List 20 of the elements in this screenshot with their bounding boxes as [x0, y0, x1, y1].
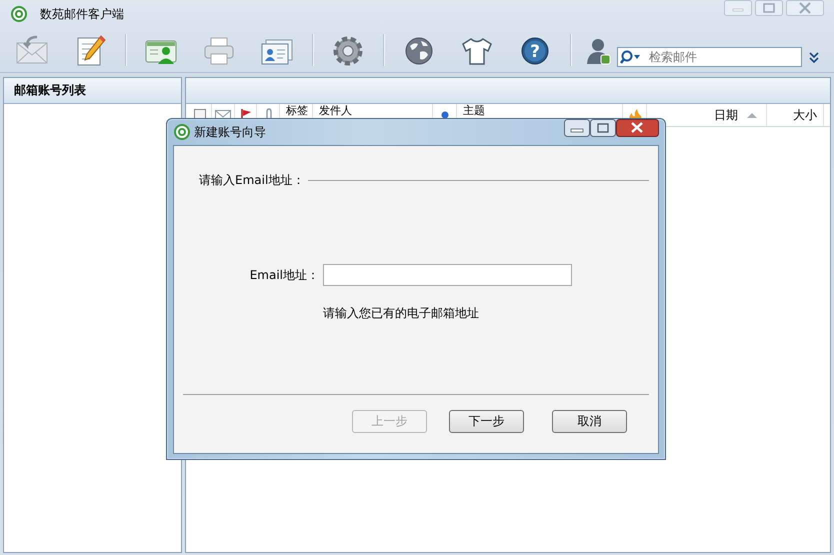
close-button[interactable] — [616, 119, 659, 137]
maximize-button[interactable] — [590, 119, 616, 137]
dialog-title: 新建账号向导 — [194, 124, 266, 140]
column-header[interactable]: 大小 — [767, 104, 824, 126]
next-button[interactable]: 下一步 — [449, 410, 524, 433]
field-label: Email地址： — [248, 266, 319, 284]
email-input-field[interactable] — [323, 264, 572, 286]
window-title: 数苑邮件客户端 — [40, 6, 124, 22]
search-icon — [620, 50, 641, 64]
app-logo-icon — [10, 5, 28, 23]
sidebar-header: 邮箱账号列表 — [4, 78, 181, 104]
app-logo-icon — [173, 123, 191, 141]
gear-icon[interactable] — [331, 34, 365, 66]
minimize-button[interactable] — [564, 119, 590, 137]
cancel-button[interactable]: 取消 — [552, 410, 627, 433]
section-label: 请输入Email地址： — [199, 172, 304, 189]
hint-text: 请输入您已有的电子邮箱地址 — [322, 305, 480, 322]
search-field[interactable]: 检索邮件 — [617, 47, 802, 67]
envelope-icon[interactable] — [15, 34, 49, 66]
expand-chevron-icon[interactable] — [809, 51, 819, 63]
